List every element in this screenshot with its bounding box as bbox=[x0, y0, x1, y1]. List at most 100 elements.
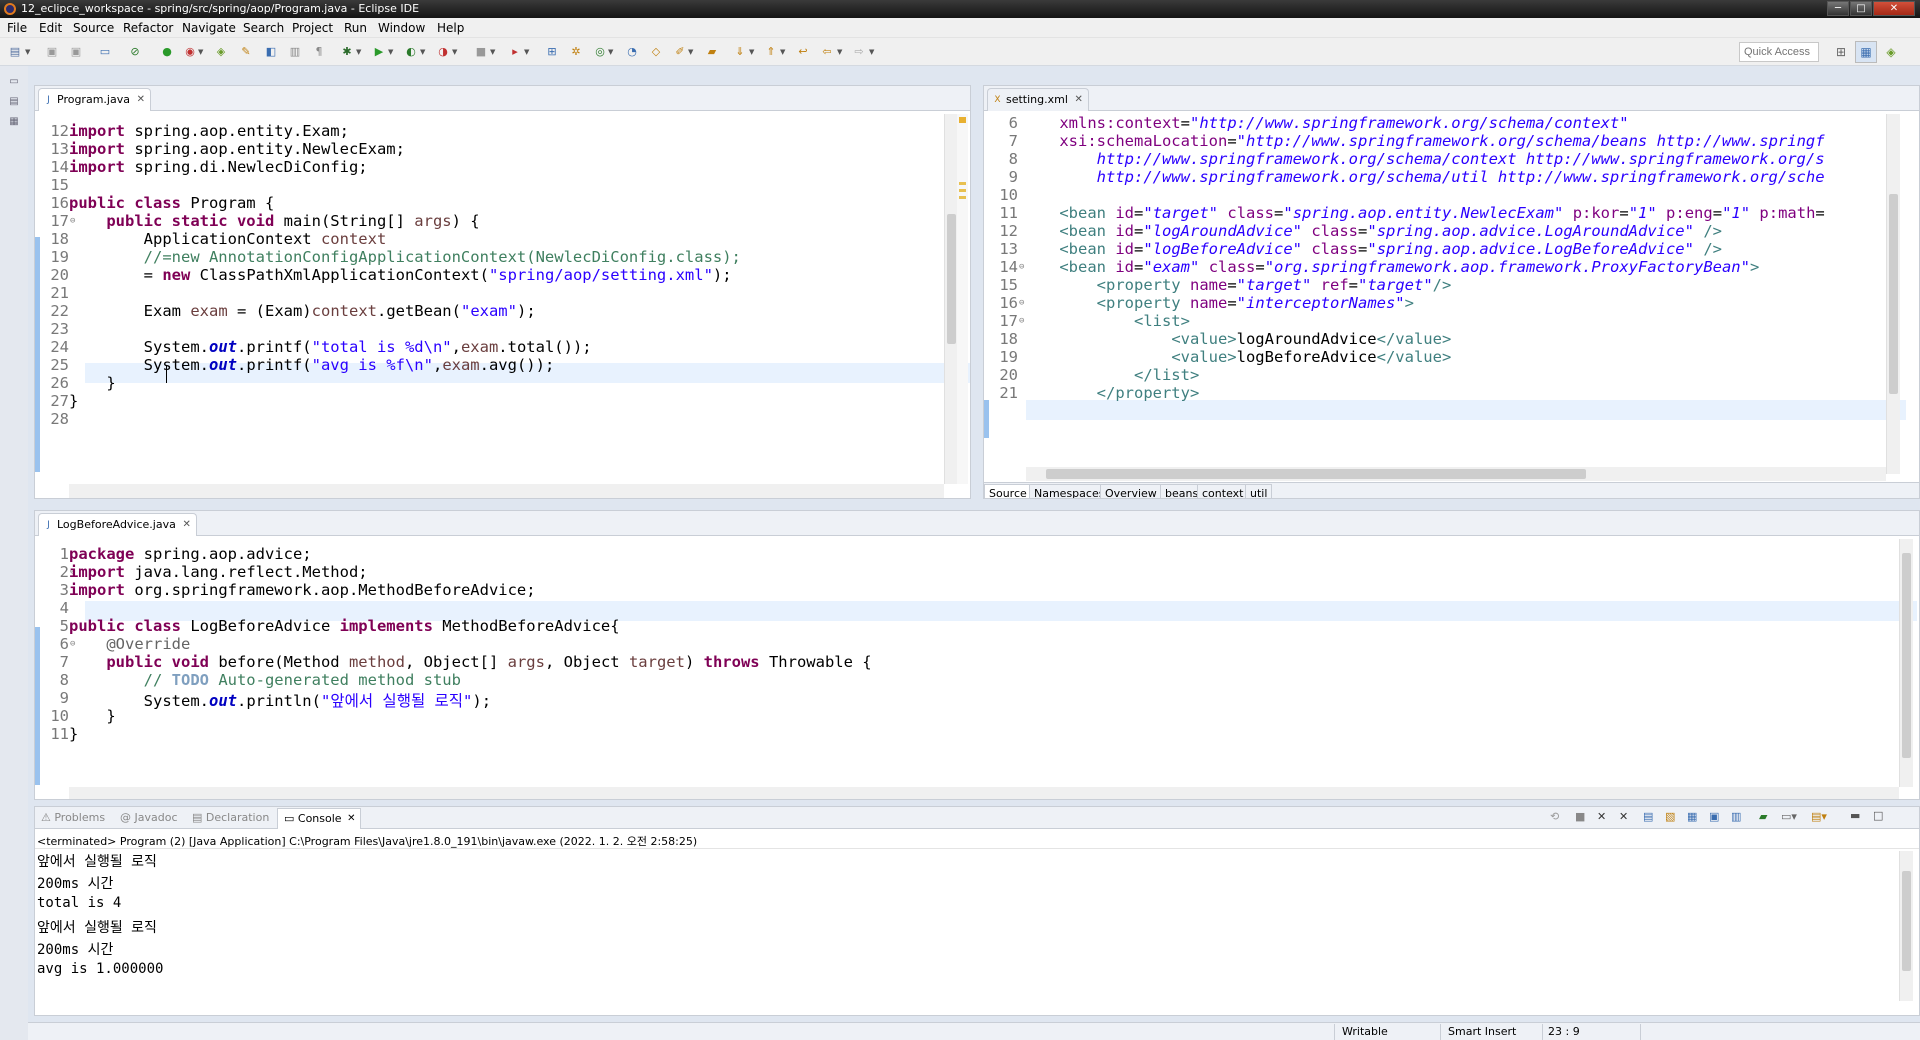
tab-declaration[interactable]: ▤ Declaration bbox=[192, 811, 269, 824]
outline-icon[interactable]: ▦ bbox=[8, 116, 20, 128]
tab-context[interactable]: context bbox=[1197, 484, 1249, 498]
vertical-scrollbar[interactable] bbox=[1886, 114, 1900, 474]
code-line[interactable]: <bean id="logBeforeAdvice" class="spring… bbox=[1022, 240, 1722, 258]
pen-icon[interactable]: ✐ bbox=[673, 44, 687, 58]
word-wrap-icon[interactable]: ▦ bbox=[1687, 810, 1697, 823]
code-line[interactable]: http://www.springframework.org/schema/ut… bbox=[1022, 168, 1825, 186]
code-line[interactable]: import spring.aop.entity.Exam; bbox=[69, 122, 349, 140]
tab-console[interactable]: ▭ Console ✕ bbox=[277, 808, 361, 829]
code-line[interactable]: <property name="interceptorNames"> bbox=[1022, 294, 1414, 312]
minimize-view-icon[interactable]: ▬ bbox=[1850, 809, 1860, 822]
menu-search[interactable]: Search bbox=[243, 21, 284, 35]
forward-icon[interactable]: ⇨ bbox=[852, 44, 866, 58]
display-console-icon[interactable]: ▭▾ bbox=[1781, 810, 1797, 823]
code-line[interactable] bbox=[69, 320, 144, 338]
code-line[interactable]: = new ClassPathXmlApplicationContext("sp… bbox=[69, 266, 732, 284]
code-line[interactable]: xmlns:context="http://www.springframewor… bbox=[1022, 114, 1628, 132]
open-perspective-icon[interactable]: ◔ bbox=[625, 44, 639, 58]
code-line[interactable]: <list> bbox=[1022, 312, 1190, 330]
folder-icon[interactable]: ▰ bbox=[705, 44, 719, 58]
code-line[interactable]: public class LogBeforeAdvice implements … bbox=[69, 617, 620, 635]
horizontal-scrollbar[interactable] bbox=[69, 484, 944, 498]
open-console-icon[interactable]: ▤▾ bbox=[1811, 810, 1827, 823]
code-line[interactable]: } bbox=[69, 707, 115, 725]
code-line[interactable]: } bbox=[69, 725, 78, 743]
menu-source[interactable]: Source bbox=[73, 21, 114, 35]
code-line[interactable]: System.out.println("앞에서 실행될 로직"); bbox=[69, 689, 491, 711]
tab-javadoc[interactable]: @ Javadoc bbox=[120, 811, 178, 824]
code-line[interactable]: </list> bbox=[1022, 366, 1199, 384]
code-line[interactable]: <property name="target" ref="target"/> bbox=[1022, 276, 1452, 294]
new-icon[interactable]: ▤ bbox=[8, 44, 22, 58]
new-package-icon[interactable]: ✎ bbox=[239, 44, 253, 58]
code-line[interactable]: public class Program { bbox=[69, 194, 274, 212]
coverage-icon[interactable]: ◐ bbox=[404, 44, 418, 58]
code-line[interactable]: ApplicationContext context bbox=[69, 230, 387, 248]
code-line[interactable]: </property> bbox=[1022, 384, 1200, 402]
code-line[interactable]: } bbox=[69, 392, 78, 410]
code-line[interactable]: <value>logBeforeAdvice</value> bbox=[1022, 348, 1451, 366]
code-line[interactable]: import org.springframework.aop.MethodBef… bbox=[69, 581, 536, 599]
console-scrollbar[interactable] bbox=[1899, 851, 1913, 1001]
tab-setting-xml[interactable]: X setting.xml ✕ bbox=[987, 88, 1089, 111]
close-button[interactable]: ✕ bbox=[1873, 1, 1915, 16]
code-line[interactable]: Exam exam = (Exam)context.getBean("exam"… bbox=[69, 302, 536, 320]
search-icon[interactable]: ◎ bbox=[593, 44, 607, 58]
remove-launch-icon[interactable]: ✕ bbox=[1597, 810, 1606, 823]
menu-run[interactable]: Run bbox=[344, 21, 367, 35]
clear-console-icon[interactable]: ▤ bbox=[1643, 810, 1653, 823]
back-icon[interactable]: ⇦ bbox=[820, 44, 834, 58]
tab-program-java[interactable]: J Program.java ✕ bbox=[38, 88, 151, 111]
java-perspective-icon[interactable]: ◈ bbox=[1880, 41, 1902, 63]
code-line[interactable]: import java.lang.reflect.Method; bbox=[69, 563, 368, 581]
debug-icon[interactable]: ● bbox=[160, 44, 174, 58]
code-line[interactable]: @Override bbox=[69, 635, 190, 653]
scroll-lock-icon[interactable]: ▧ bbox=[1665, 810, 1675, 823]
horizontal-scrollbar[interactable] bbox=[69, 787, 1899, 799]
code-line[interactable]: } bbox=[69, 374, 115, 392]
code-line[interactable]: public static void main(String[] args) { bbox=[69, 212, 479, 230]
toggle-mark-icon[interactable]: ▥ bbox=[288, 44, 302, 58]
menu-project[interactable]: Project bbox=[292, 21, 333, 35]
maximize-button[interactable]: □ bbox=[1850, 1, 1872, 16]
new-class-icon[interactable]: ◧ bbox=[264, 44, 278, 58]
show-whitespace-icon[interactable]: ¶ bbox=[312, 44, 326, 58]
code-line[interactable]: public void before(Method method, Object… bbox=[69, 653, 871, 671]
close-tab-icon[interactable]: ✕ bbox=[182, 514, 190, 535]
last-edit-icon[interactable]: ↩ bbox=[796, 44, 810, 58]
deploy-icon[interactable]: ▸ bbox=[508, 44, 522, 58]
vertical-scrollbar[interactable] bbox=[1899, 539, 1913, 787]
code-line[interactable]: <value>logAroundAdvice</value> bbox=[1022, 330, 1451, 348]
next-annotation-icon[interactable]: ⇓ bbox=[733, 44, 747, 58]
close-tab-icon[interactable]: ✕ bbox=[1075, 89, 1083, 110]
maximize-view-icon[interactable]: □ bbox=[1873, 809, 1883, 822]
menu-window[interactable]: Window bbox=[378, 21, 425, 35]
stop-icon[interactable]: ◉ bbox=[183, 44, 197, 58]
package-explorer-icon[interactable]: ▤ bbox=[8, 96, 20, 108]
open-perspective-button[interactable]: ⊞ bbox=[1830, 41, 1852, 63]
code-line[interactable]: // TODO Auto-generated method stub bbox=[69, 671, 461, 689]
code-line[interactable]: import spring.di.NewlecDiConfig; bbox=[69, 158, 368, 176]
remove-all-icon[interactable]: ✕ bbox=[1619, 810, 1628, 823]
new-java-project-icon[interactable]: ◈ bbox=[214, 44, 228, 58]
annotation-icon[interactable]: ◇ bbox=[649, 44, 663, 58]
java-ee-perspective-icon[interactable]: ▦ bbox=[1855, 41, 1877, 63]
menu-navigate[interactable]: Navigate bbox=[182, 21, 236, 35]
close-tab-icon[interactable]: ✕ bbox=[137, 89, 145, 110]
debug-run-icon[interactable]: ✱ bbox=[340, 44, 354, 58]
code-line[interactable]: <bean id="target" class="spring.aop.enti… bbox=[1022, 204, 1824, 222]
menu-file[interactable]: File bbox=[7, 21, 27, 35]
terminal-icon[interactable]: ▭ bbox=[98, 44, 112, 58]
quick-access-input[interactable] bbox=[1739, 42, 1819, 62]
restore-icon[interactable]: ▭ bbox=[8, 76, 20, 88]
code-line[interactable]: package spring.aop.advice; bbox=[69, 545, 312, 563]
code-line[interactable]: <bean id="exam" class="org.springframewo… bbox=[1022, 258, 1759, 276]
save-icon[interactable]: ▣ bbox=[45, 44, 59, 58]
open-task-icon[interactable]: ✲ bbox=[569, 44, 583, 58]
external-tools-icon[interactable]: ◑ bbox=[436, 44, 450, 58]
save-all-icon[interactable]: ▣ bbox=[69, 44, 83, 58]
menu-edit[interactable]: Edit bbox=[39, 21, 62, 35]
horizontal-scrollbar[interactable] bbox=[1026, 467, 1886, 481]
tab-overview[interactable]: Overview bbox=[1100, 484, 1162, 498]
tab-problems[interactable]: ⚠ Problems bbox=[41, 811, 105, 824]
